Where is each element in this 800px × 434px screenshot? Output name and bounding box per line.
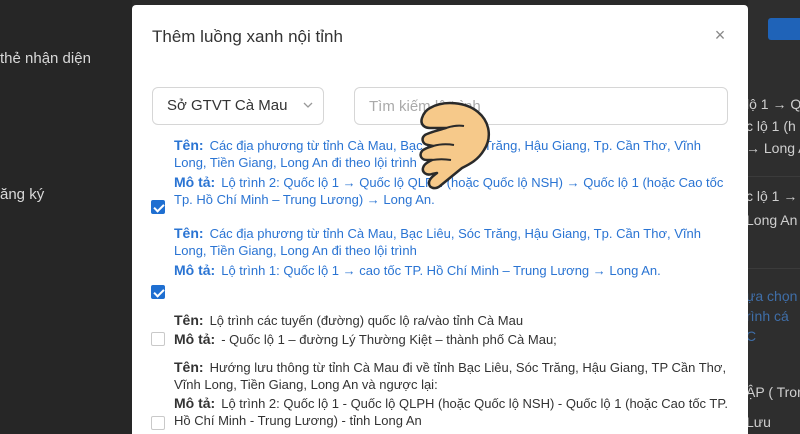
department-select-value: Sở GTVT Cà Mau: [167, 97, 288, 114]
dialog-title: Thêm luồng xanh nội tỉnh: [152, 27, 343, 46]
route-description: Mô tả: - Quốc lộ 1 – đường Lý Thường Kiệt…: [174, 331, 734, 348]
route-text: Tên: Hướng lưu thông từ tỉnh Cà Mau đi về…: [174, 359, 734, 429]
background-link: rình cá: [746, 308, 789, 324]
background-cell: → Long A: [746, 140, 800, 156]
background-cell: c lộ 1 (h: [746, 118, 796, 134]
background-divider: [748, 176, 800, 177]
name-label: Tên:: [174, 359, 204, 375]
background-sidebar-item: ăng ký: [0, 186, 45, 203]
route-name: Tên: Lộ trình các tuyến (đường) quốc lộ r…: [174, 312, 734, 329]
background-cell: Long An: [746, 212, 798, 228]
description-label: Mô tả:: [174, 262, 216, 278]
department-select[interactable]: Sở GTVT Cà Mau: [152, 87, 324, 125]
background-divider: [748, 268, 800, 269]
route-checkbox[interactable]: [151, 332, 165, 346]
close-icon[interactable]: ×: [710, 25, 730, 45]
name-label: Tên:: [174, 137, 204, 153]
description-label: Mô tả:: [174, 395, 216, 411]
route-text: Tên: Lộ trình các tuyến (đường) quốc lộ r…: [174, 312, 734, 348]
route-description-value: - Quốc lộ 1 – đường Lý Thường Kiệt – thà…: [221, 332, 557, 347]
route-checkbox[interactable]: [151, 200, 165, 214]
route-description: Mô tả: Lộ trình 2: Quốc lộ 1 - Quốc lộ QL…: [174, 395, 734, 429]
background-save-button: [768, 18, 800, 40]
route-description-value: Lộ trình 1: Quốc lộ 1 → cao tốc TP. Hồ C…: [221, 263, 661, 278]
background-cell: ẬP ( Tron: [746, 384, 800, 400]
route-text: Tên:Các địa phương từ tỉnh Cà Mau, Bạc L…: [174, 225, 734, 279]
add-green-route-dialog: Thêm luồng xanh nội tỉnh × Sở GTVT Cà Ma…: [132, 5, 748, 434]
route-name-value: Hướng lưu thông từ tỉnh Cà Mau đi về tỉn…: [174, 360, 727, 392]
description-label: Mô tả:: [174, 331, 216, 347]
description-label: Mô tả:: [174, 174, 216, 190]
name-label: Tên:: [174, 225, 204, 241]
route-checkbox[interactable]: [151, 285, 165, 299]
route-name-value: Lộ trình các tuyến (đường) quốc lộ ra/và…: [209, 313, 524, 328]
background-cell: Lưu: [746, 414, 771, 430]
background-sidebar-item: thẻ nhận diện: [0, 50, 91, 67]
route-name-value: Các địa phương từ tỉnh Cà Mau, Bạc Liêu,…: [174, 226, 701, 258]
route-name: Tên: Hướng lưu thông từ tỉnh Cà Mau đi về…: [174, 359, 734, 393]
chevron-down-icon: [303, 102, 313, 108]
route-description: Mô tả: Lộ trình 1: Quốc lộ 1 → cao tốc TP…: [174, 262, 734, 279]
route-description-value: Lộ trình 2: Quốc lộ 1 - Quốc lộ QLPH (ho…: [174, 396, 728, 428]
background-cell: c lộ 1 → C: [746, 188, 800, 204]
route-checkbox[interactable]: [151, 416, 165, 430]
background-link: ựa chọn: [746, 288, 798, 304]
background-cell: lộ 1 → Q: [746, 96, 800, 112]
name-label: Tên:: [174, 312, 204, 328]
route-name: Tên:Các địa phương từ tỉnh Cà Mau, Bạc L…: [174, 225, 734, 259]
hand-pointer-icon: [419, 101, 491, 190]
